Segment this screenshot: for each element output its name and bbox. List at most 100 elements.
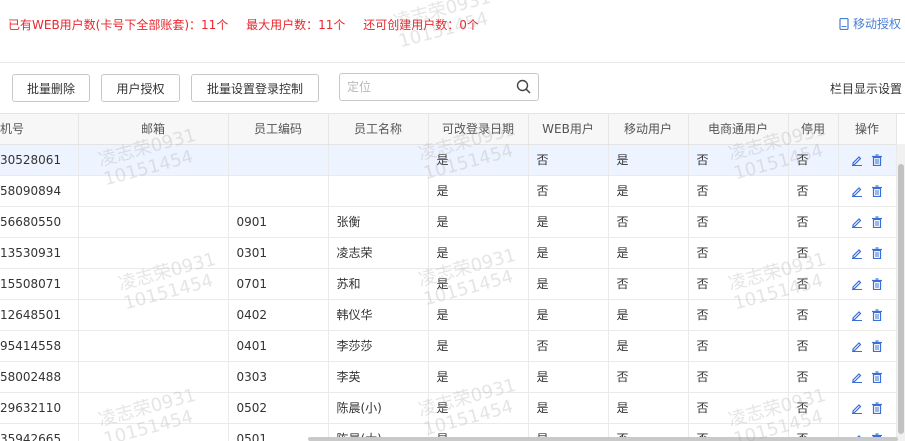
- cell-web: 是: [528, 206, 609, 238]
- cell-name: 凌志荣: [328, 237, 429, 269]
- col-header-actions: 操作: [838, 114, 897, 145]
- batch-delete-button[interactable]: 批量删除: [12, 74, 90, 102]
- trash-icon[interactable]: [871, 216, 883, 228]
- cell-ecommerce: 否: [688, 206, 789, 238]
- cell-code: 0701: [228, 268, 329, 300]
- cell-email: [78, 423, 229, 441]
- cell-disabled: 否: [788, 299, 839, 331]
- pencil-edit-icon[interactable]: [851, 402, 863, 414]
- pencil-edit-icon[interactable]: [851, 340, 863, 352]
- vertical-scrollbar[interactable]: [897, 144, 905, 441]
- search-icon[interactable]: [516, 79, 532, 95]
- trash-icon[interactable]: [871, 247, 883, 259]
- col-header-ecommerce-user[interactable]: 电商通用户: [688, 114, 789, 145]
- batch-login-control-button[interactable]: 批量设置登录控制: [191, 74, 319, 102]
- table-row[interactable]: 56680550 0901 张衡是是否否否: [0, 206, 897, 238]
- cell-email: [78, 299, 229, 331]
- cell-web: 是: [528, 299, 609, 331]
- cell-email: [78, 268, 229, 300]
- toolbar: 批量删除 用户授权 批量设置登录控制 栏目显示设置: [0, 72, 905, 104]
- col-header-disabled[interactable]: 停用: [788, 114, 839, 145]
- table-row[interactable]: 29632110 0502 陈晨(小) 是是是否否: [0, 392, 897, 424]
- trash-icon[interactable]: [871, 309, 883, 321]
- cell-name: 李莎莎: [328, 330, 429, 362]
- col-header-mobile-user[interactable]: 移动用户: [608, 114, 689, 145]
- cell-mobile: 是: [608, 392, 689, 424]
- pencil-edit-icon[interactable]: [851, 371, 863, 383]
- cell-actions: [838, 237, 897, 269]
- col-header-employee-name[interactable]: 员工名称: [328, 114, 429, 145]
- cell-mobile: 否: [608, 206, 689, 238]
- pencil-edit-icon[interactable]: [851, 278, 863, 290]
- cell-disabled: 否: [788, 392, 839, 424]
- cell-code: 0303: [228, 361, 329, 393]
- column-settings-link[interactable]: 栏目显示设置: [830, 80, 902, 97]
- table-row[interactable]: 12648501 0402 韩仪华是是是否否: [0, 299, 897, 331]
- cell-phone: 12648501: [0, 299, 79, 331]
- cell-change-date: 是: [428, 361, 529, 393]
- trash-icon[interactable]: [871, 154, 883, 166]
- cell-phone: 35942665: [0, 423, 79, 441]
- pencil-edit-icon[interactable]: [851, 216, 863, 228]
- trash-icon[interactable]: [871, 278, 883, 290]
- user-auth-button[interactable]: 用户授权: [101, 74, 180, 102]
- mobile-auth-link[interactable]: 移动授权: [839, 15, 901, 32]
- pencil-edit-icon[interactable]: [851, 154, 863, 166]
- cell-actions: [838, 299, 897, 331]
- cell-mobile: 否: [608, 268, 689, 300]
- pencil-edit-icon[interactable]: [851, 247, 863, 259]
- cell-ecommerce: 否: [688, 330, 789, 362]
- cell-code: 0402: [228, 299, 329, 331]
- cell-code: 0301: [228, 237, 329, 269]
- vertical-scroll-thumb[interactable]: [898, 164, 904, 434]
- pencil-edit-icon[interactable]: [851, 309, 863, 321]
- cell-ecommerce: 否: [688, 268, 789, 300]
- cell-phone: 29632110: [0, 392, 79, 424]
- cell-mobile: 是: [608, 299, 689, 331]
- cell-actions: [838, 175, 897, 207]
- cell-change-date: 是: [428, 268, 529, 300]
- trash-icon[interactable]: [871, 402, 883, 414]
- cell-name: 张衡: [328, 206, 429, 238]
- cell-email: [78, 206, 229, 238]
- cell-phone: 58002488: [0, 361, 79, 393]
- table-row[interactable]: 95414558 0401 李莎莎是否是否否: [0, 330, 897, 362]
- cell-mobile: 是: [608, 144, 689, 176]
- table-row[interactable]: 13530931 0301 凌志荣是是是否否: [0, 237, 897, 269]
- table-row[interactable]: 30528061 是否是否否: [0, 144, 897, 176]
- col-header-change-login-date[interactable]: 可改登录日期: [428, 114, 529, 145]
- cell-disabled: 否: [788, 175, 839, 207]
- trash-icon[interactable]: [871, 340, 883, 352]
- cell-actions: [838, 361, 897, 393]
- cell-web: 否: [528, 330, 609, 362]
- trash-icon[interactable]: [871, 371, 883, 383]
- cell-actions: [838, 206, 897, 238]
- col-header-email[interactable]: 邮箱: [78, 114, 229, 145]
- col-header-web-user[interactable]: WEB用户: [528, 114, 609, 145]
- table-row[interactable]: 15508071 0701 苏和是是否否否: [0, 268, 897, 300]
- cell-ecommerce: 否: [688, 175, 789, 207]
- pencil-edit-icon[interactable]: [851, 185, 863, 197]
- col-header-phone[interactable]: 机号: [0, 114, 79, 145]
- cell-mobile: 是: [608, 237, 689, 269]
- cell-ecommerce: 否: [688, 237, 789, 269]
- cell-web: 否: [528, 144, 609, 176]
- table-row[interactable]: 58002488 0303 李英是是否否否: [0, 361, 897, 393]
- cell-change-date: 是: [428, 392, 529, 424]
- cell-web: 是: [528, 237, 609, 269]
- user-table-container: 机号 邮箱 员工编码 员工名称 可改登录日期 WEB用户 移动用户 电商通用户 …: [0, 113, 905, 441]
- cell-change-date: 是: [428, 175, 529, 207]
- col-header-employee-code[interactable]: 员工编码: [228, 114, 329, 145]
- cell-code: 0502: [228, 392, 329, 424]
- cell-ecommerce: 否: [688, 299, 789, 331]
- cell-phone: 30528061: [0, 144, 79, 176]
- cell-phone: 95414558: [0, 330, 79, 362]
- horizontal-scroll-thumb[interactable]: [308, 437, 898, 441]
- table-row[interactable]: 58090894 是否是否否: [0, 175, 897, 207]
- trash-icon[interactable]: [871, 185, 883, 197]
- cell-phone: 56680550: [0, 206, 79, 238]
- user-table: 机号 邮箱 员工编码 员工名称 可改登录日期 WEB用户 移动用户 电商通用户 …: [0, 114, 897, 441]
- cell-change-date: 是: [428, 330, 529, 362]
- cell-change-date: 是: [428, 237, 529, 269]
- locate-input[interactable]: [347, 74, 517, 100]
